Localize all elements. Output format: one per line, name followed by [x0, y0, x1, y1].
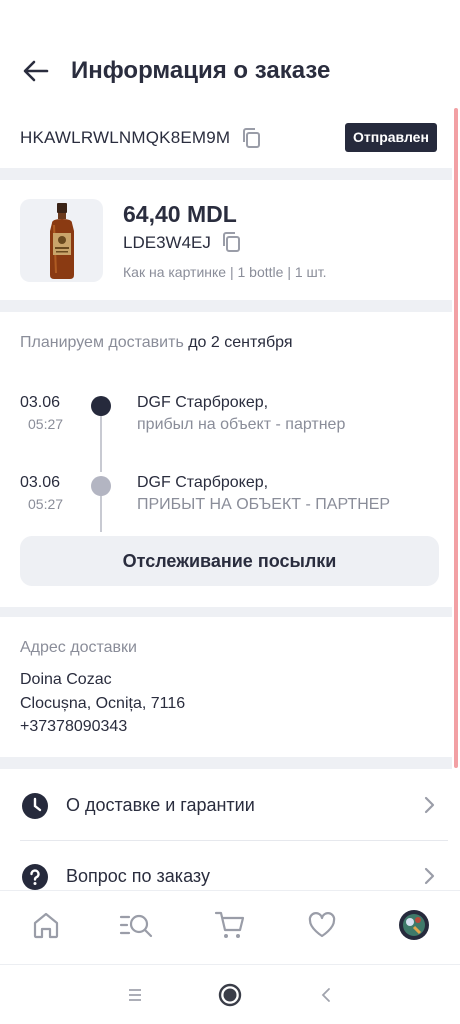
home-button-icon[interactable]: [216, 981, 244, 1009]
home-icon[interactable]: [28, 907, 64, 943]
event-time: 05:27: [28, 416, 64, 432]
event-date: 03.06: [20, 394, 61, 411]
product-image[interactable]: [20, 199, 103, 282]
copy-icon[interactable]: [240, 127, 262, 149]
section-divider: [0, 757, 452, 769]
event-title: DGF Старброкер,: [137, 474, 269, 491]
timeline-event: 03.06 05:27 DGF Старброкер, прибыл на об…: [0, 394, 452, 454]
product-variant: Как на картинке | 1 bottle | 1 шт.: [123, 264, 327, 280]
event-title: DGF Старброкер,: [137, 394, 269, 411]
menu-label: Вопрос по заказу: [66, 866, 210, 886]
system-nav-bar: [0, 964, 460, 1024]
section-divider: [0, 607, 452, 617]
clock-icon: [22, 793, 48, 819]
back-arrow-icon[interactable]: [20, 56, 52, 86]
product-sku: LDE3W4EJ: [123, 233, 211, 252]
delivery-plan: Планируем доставить до 2 сентября: [20, 334, 293, 352]
timeline-event: 03.06 05:27 DGF Старброкер, ПРИБЫТ НА ОБ…: [0, 474, 452, 534]
track-parcel-button[interactable]: Отслеживание посылки: [20, 536, 439, 586]
recipient-phone: +37378090343: [20, 718, 128, 735]
timeline-dot: [91, 476, 111, 496]
chevron-right-icon: [420, 795, 438, 815]
cart-icon[interactable]: [212, 907, 248, 943]
recipient-name: Doina Cozac: [20, 671, 112, 688]
event-subtitle: прибыл на объект - партнер: [137, 416, 346, 433]
header: Информация о заказе: [0, 0, 460, 112]
delivery-plan-prefix: Планируем доставить: [20, 334, 189, 351]
product-card[interactable]: 64,40 MDL LDE3W4EJ Как на картинке | 1 b…: [0, 180, 452, 300]
event-subtitle: ПРИБЫТ НА ОБЪЕКТ - ПАРТНЕР: [137, 496, 391, 513]
section-divider: [0, 168, 452, 180]
page-title: Информация о заказе: [71, 57, 331, 84]
delivery-plan-date: до 2 сентября: [188, 334, 293, 351]
address-city: Clocușna, Ocnița, 7116: [20, 695, 186, 712]
status-badge: Отправлен: [345, 123, 437, 152]
event-time: 05:27: [28, 496, 64, 512]
delivery-address: Адрес доставки Doina Cozac Clocușna, Ocn…: [0, 617, 452, 757]
section-divider: [0, 300, 452, 312]
menu-label: О доставке и гарантии: [66, 795, 255, 815]
question-icon: [22, 864, 48, 890]
timeline-dot-active: [91, 396, 111, 416]
catalog-search-icon[interactable]: [118, 907, 154, 943]
order-id: HKAWLRWLNMQK8EM9M: [20, 128, 231, 147]
heart-icon[interactable]: [304, 907, 340, 943]
menu-item-delivery-guarantee[interactable]: О доставке и гарантии: [0, 769, 452, 841]
event-date: 03.06: [20, 474, 61, 491]
copy-icon[interactable]: [220, 231, 242, 253]
scrollbar[interactable]: [454, 108, 458, 768]
avatar[interactable]: [396, 907, 432, 943]
delivery-section: Планируем доставить до 2 сентября 03.06 …: [0, 312, 452, 607]
chevron-right-icon: [420, 866, 438, 886]
product-price: 64,40 MDL: [123, 201, 237, 227]
bottom-tab-bar: [0, 890, 460, 964]
address-label: Адрес доставки: [20, 639, 137, 656]
back-nav-icon[interactable]: [312, 981, 340, 1009]
recent-apps-icon[interactable]: [121, 981, 149, 1009]
